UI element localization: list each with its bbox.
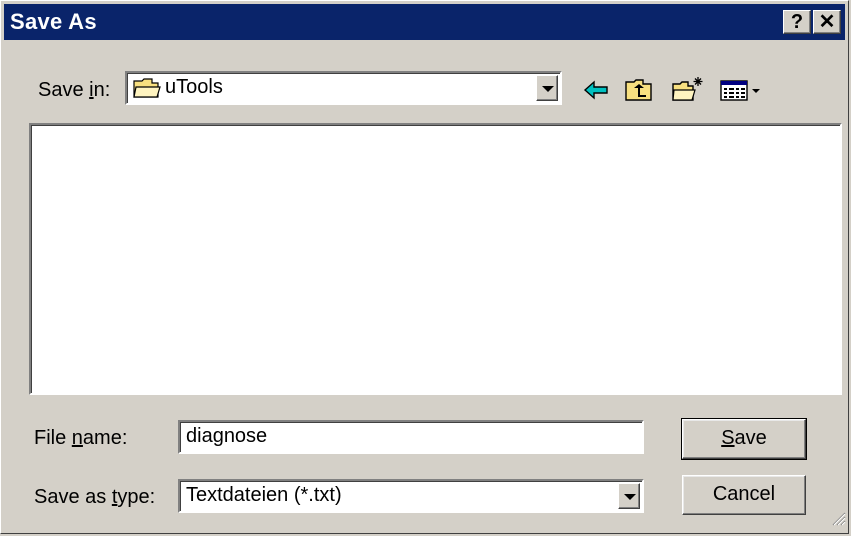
folder-icon — [133, 77, 161, 104]
title-bar[interactable]: Save As ? ✕ — [4, 4, 845, 40]
new-folder-icon[interactable] — [671, 75, 703, 105]
save-in-dropdown[interactable]: uTools — [125, 71, 562, 105]
save-in-value: uTools — [165, 76, 223, 98]
save-in-label-part: Save — [38, 79, 90, 101]
save-as-type-label-part: ype: — [117, 486, 156, 508]
save-button[interactable]: Save — [681, 418, 807, 460]
save-in-label-part: n: — [93, 79, 111, 101]
save-as-type-dropdown-arrow[interactable] — [618, 483, 640, 509]
save-in-dropdown-arrow[interactable] — [536, 75, 558, 101]
cancel-button[interactable]: Cancel — [682, 475, 806, 515]
file-name-label: File name: — [34, 427, 127, 450]
save-as-type-label: Save as type: — [34, 486, 155, 509]
save-button-label: ave — [734, 427, 767, 449]
file-name-label-mnemonic: n — [71, 427, 83, 449]
resize-grip-icon[interactable] — [830, 510, 846, 531]
back-arrow-icon[interactable] — [581, 75, 613, 105]
file-name-label-part: ame: — [82, 427, 128, 449]
help-button[interactable]: ? — [783, 10, 811, 34]
file-name-input[interactable]: diagnose — [178, 420, 644, 454]
window-title: Save As — [10, 9, 97, 34]
save-button-mnemonic: S — [721, 427, 735, 449]
file-name-label-part: File — [34, 427, 72, 449]
file-list[interactable] — [29, 123, 842, 395]
file-name-value: diagnose — [186, 425, 268, 447]
close-button[interactable]: ✕ — [813, 10, 841, 34]
save-as-type-label-part: Save as — [34, 486, 112, 508]
view-menu-icon[interactable] — [719, 75, 765, 105]
up-folder-icon[interactable] — [623, 75, 655, 105]
save-as-type-dropdown[interactable]: Textdateien (*.txt) — [178, 479, 644, 513]
save-as-type-value: Textdateien (*.txt) — [186, 484, 342, 506]
save-in-label: Save in: — [38, 79, 110, 102]
save-as-dialog: Save As ? ✕ Save in: uTools File name: d… — [0, 0, 849, 534]
